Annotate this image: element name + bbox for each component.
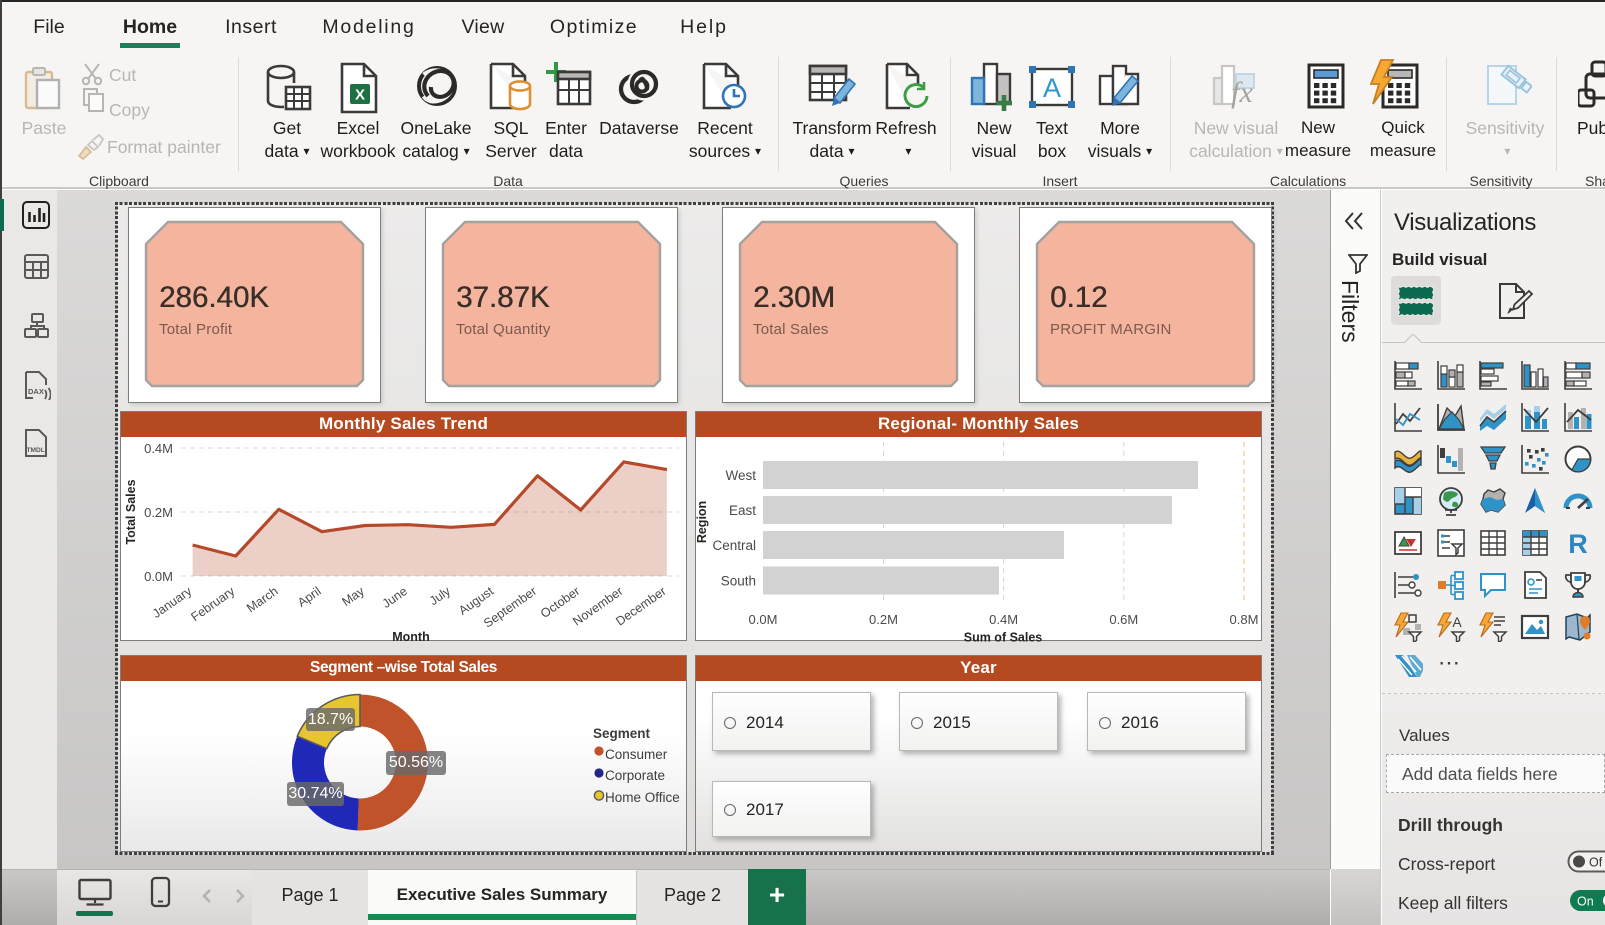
svg-text:A: A xyxy=(1452,614,1462,630)
svg-text:A: A xyxy=(1043,73,1061,103)
svg-text:Region: Region xyxy=(696,501,709,543)
svg-text:Central: Central xyxy=(712,538,756,553)
svg-text:0.2M: 0.2M xyxy=(869,612,898,627)
svg-text:Total Sales: Total Sales xyxy=(124,479,138,544)
svg-text:Of: Of xyxy=(1589,856,1603,870)
svg-text:TMDL: TMDL xyxy=(27,447,45,454)
svg-text:0.2M: 0.2M xyxy=(144,505,173,520)
svg-text:fx: fx xyxy=(1231,76,1253,109)
svg-text:February: February xyxy=(188,584,238,625)
svg-text:Sum of Sales: Sum of Sales xyxy=(964,631,1043,643)
svg-text:West: West xyxy=(725,468,756,483)
svg-text:DAX: DAX xyxy=(28,387,44,396)
svg-text:R: R xyxy=(1568,529,1588,558)
svg-text:June: June xyxy=(380,584,410,611)
svg-text:X: X xyxy=(355,87,365,104)
svg-text:South: South xyxy=(721,574,756,589)
svg-text:0.0M: 0.0M xyxy=(144,569,173,584)
svg-text:0.8M: 0.8M xyxy=(1230,612,1259,627)
svg-text:East: East xyxy=(729,503,756,518)
svg-text:0.4M: 0.4M xyxy=(144,441,173,456)
svg-text:July: July xyxy=(427,584,454,609)
svg-text:0.6M: 0.6M xyxy=(1109,612,1138,627)
svg-text:0.4M: 0.4M xyxy=(989,612,1018,627)
svg-text:May: May xyxy=(339,584,367,609)
svg-text:January: January xyxy=(150,584,195,621)
svg-text:March: March xyxy=(244,584,281,615)
svg-text:On: On xyxy=(1577,895,1594,909)
svg-text:Month: Month xyxy=(392,630,429,642)
svg-text:April: April xyxy=(295,584,324,610)
svg-text:0.0M: 0.0M xyxy=(749,612,778,627)
